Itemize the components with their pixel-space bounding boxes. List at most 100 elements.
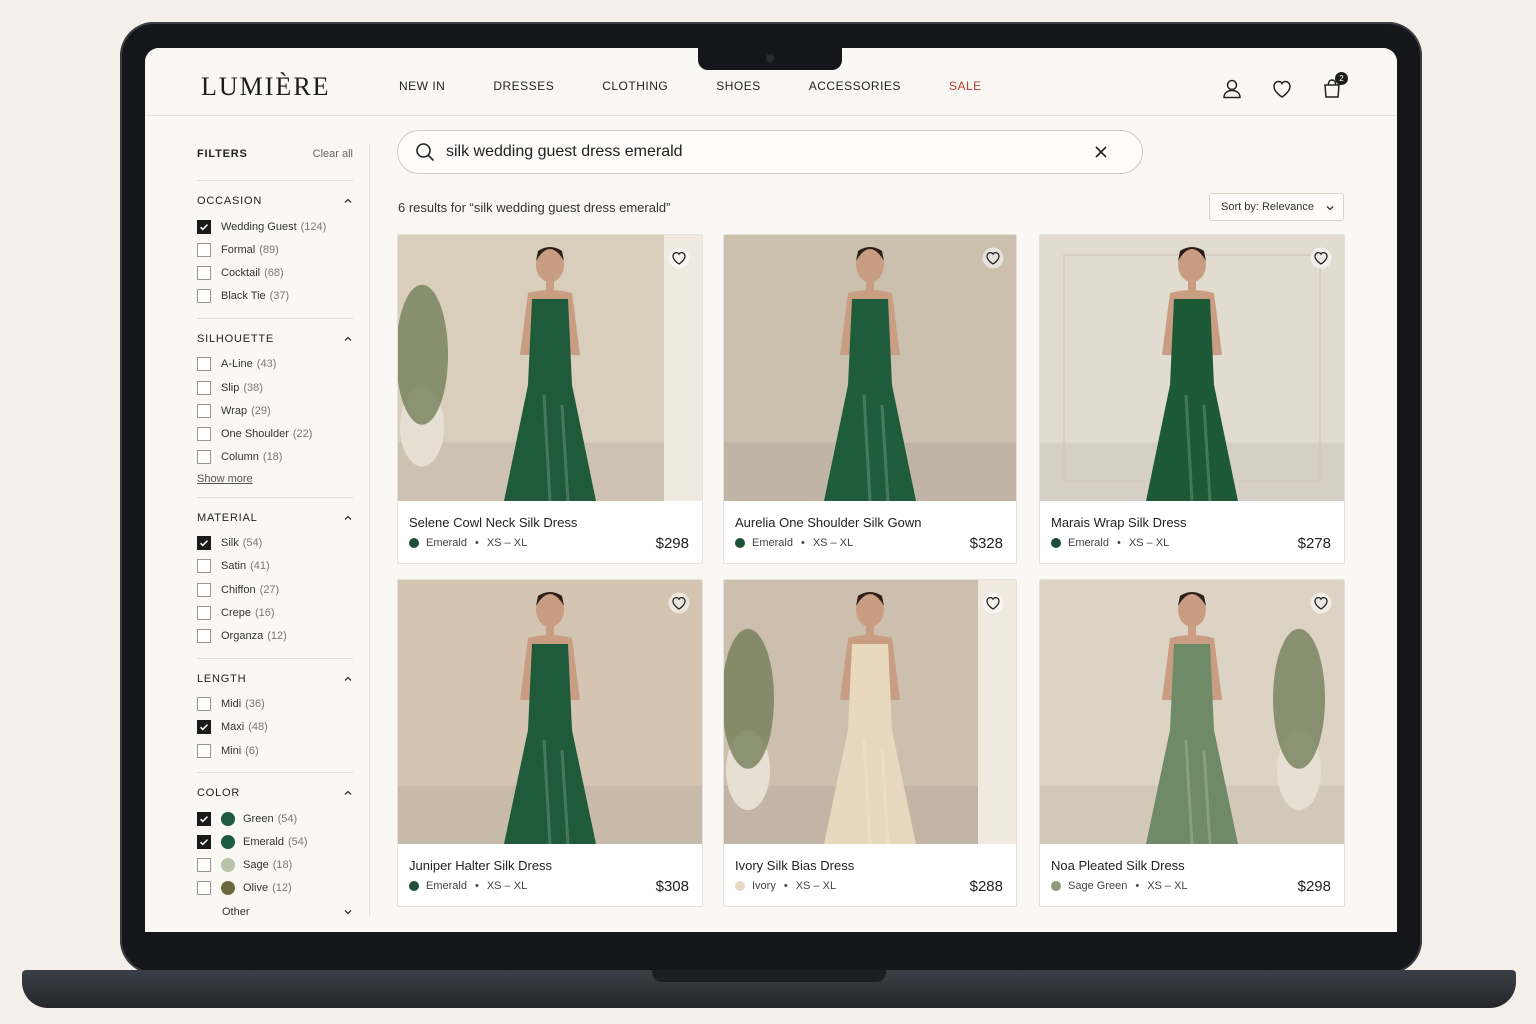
filter-group-header[interactable]: MATERIAL <box>197 510 353 526</box>
product-card[interactable]: Ivory Silk Bias Dress Ivory • XS – XL $288 <box>723 579 1017 907</box>
product-image-wrap[interactable] <box>724 580 1016 844</box>
product-image-wrap[interactable] <box>398 580 702 844</box>
product-card[interactable]: Marais Wrap Silk Dress Emerald • XS – XL $27… <box>1039 234 1345 564</box>
brand-logo[interactable]: LUMIÈRE <box>201 72 331 102</box>
favorite-heart-icon[interactable] <box>982 247 1004 269</box>
nav-clothing[interactable]: CLOTHING <box>602 79 668 93</box>
wishlist-heart-icon[interactable] <box>1269 76 1295 102</box>
product-image[interactable] <box>1040 235 1344 501</box>
user-icon[interactable] <box>1219 76 1245 102</box>
chevron-down-icon[interactable] <box>343 907 353 917</box>
search-icon[interactable] <box>414 141 436 163</box>
chevron-up-icon[interactable] <box>343 513 353 523</box>
filter-option-cocktail[interactable]: Cocktail (68) <box>197 261 353 284</box>
product-image[interactable] <box>724 235 1016 501</box>
filter-option-column[interactable]: Column (18) <box>197 446 353 469</box>
filter-option-chiffon[interactable]: Chiffon (27) <box>197 578 353 601</box>
product-name[interactable]: Marais Wrap Silk Dress <box>1051 515 1187 530</box>
show-more-link[interactable]: Show more <box>197 473 253 485</box>
clear-all-link[interactable]: Clear all <box>313 148 353 160</box>
nav-new-in[interactable]: NEW IN <box>399 79 445 93</box>
filter-option-crepe[interactable]: Crepe (16) <box>197 601 353 624</box>
checkbox[interactable] <box>197 403 211 418</box>
filter-option-wedding-guest[interactable]: Wedding Guest (124) <box>197 215 353 238</box>
filter-option-sage[interactable]: Sage (18) <box>197 854 353 877</box>
checkbox[interactable] <box>197 219 211 234</box>
checkbox[interactable] <box>197 881 211 896</box>
product-card[interactable]: Juniper Halter Silk Dress Emerald • XS – XL… <box>397 579 703 907</box>
product-name[interactable]: Noa Pleated Silk Dress <box>1051 858 1185 873</box>
filter-other-toggle[interactable]: Other <box>197 900 353 924</box>
checkbox[interactable] <box>197 426 211 441</box>
filter-option-midi[interactable]: Midi (36) <box>197 693 353 716</box>
product-image-wrap[interactable] <box>724 235 1016 501</box>
chevron-up-icon[interactable] <box>343 674 353 684</box>
filter-option-a-line[interactable]: A-Line (43) <box>197 353 353 376</box>
filter-option-slip[interactable]: Slip (38) <box>197 376 353 399</box>
favorite-heart-icon[interactable] <box>668 247 690 269</box>
checkbox[interactable] <box>197 858 211 873</box>
checkbox[interactable] <box>197 743 211 758</box>
product-name[interactable]: Ivory Silk Bias Dress <box>735 858 854 873</box>
filter-group-header[interactable]: SILHOUETTE <box>197 331 353 347</box>
product-image[interactable] <box>1040 580 1344 844</box>
filter-option-black-tie[interactable]: Black Tie (37) <box>197 285 353 308</box>
favorite-heart-icon[interactable] <box>1310 592 1332 614</box>
nav-accessories[interactable]: ACCESSORIES <box>809 79 901 93</box>
checkbox[interactable] <box>197 536 211 551</box>
filter-option-green[interactable]: Green (54) <box>197 807 353 830</box>
product-image[interactable] <box>398 580 702 844</box>
product-card[interactable]: Aurelia One Shoulder Silk Gown Emerald • XS… <box>723 234 1017 564</box>
nav-shoes[interactable]: SHOES <box>716 79 761 93</box>
product-name[interactable]: Juniper Halter Silk Dress <box>409 858 552 873</box>
sort-dropdown[interactable]: Sort by: Relevance <box>1209 193 1344 221</box>
filter-group-header[interactable]: LENGTH <box>197 671 353 687</box>
checkbox[interactable] <box>197 289 211 304</box>
nav-sale[interactable]: SALE <box>949 79 982 93</box>
checkbox[interactable] <box>197 265 211 280</box>
product-image[interactable] <box>724 580 1016 844</box>
checkbox[interactable] <box>197 605 211 620</box>
checkbox[interactable] <box>197 242 211 257</box>
chevron-up-icon[interactable] <box>343 334 353 344</box>
checkbox[interactable] <box>197 582 211 597</box>
product-card[interactable]: Selene Cowl Neck Silk Dress Emerald • XS – … <box>397 234 703 564</box>
filter-option-olive[interactable]: Olive (12) <box>197 877 353 900</box>
checkbox[interactable] <box>197 720 211 735</box>
filter-option-emerald[interactable]: Emerald (54) <box>197 830 353 853</box>
favorite-heart-icon[interactable] <box>982 592 1004 614</box>
filter-option-mini[interactable]: Mini (6) <box>197 739 353 762</box>
favorite-heart-icon[interactable] <box>668 592 690 614</box>
product-image-wrap[interactable] <box>1040 235 1344 501</box>
nav-dresses[interactable]: DRESSES <box>493 79 554 93</box>
clear-search-icon[interactable] <box>1092 143 1110 161</box>
search-input[interactable] <box>446 143 1086 161</box>
checkbox[interactable] <box>197 559 211 574</box>
checkbox[interactable] <box>197 450 211 465</box>
checkbox[interactable] <box>197 357 211 372</box>
filter-option-maxi[interactable]: Maxi (48) <box>197 716 353 739</box>
product-name[interactable]: Selene Cowl Neck Silk Dress <box>409 515 577 530</box>
product-image-wrap[interactable] <box>1040 580 1344 844</box>
chevron-up-icon[interactable] <box>343 788 353 798</box>
checkbox[interactable] <box>197 380 211 395</box>
filter-option-wrap[interactable]: Wrap (29) <box>197 399 353 422</box>
shopping-bag-icon[interactable]: 2 <box>1319 72 1348 102</box>
filter-option-organza[interactable]: Organza (12) <box>197 624 353 647</box>
filter-option-one-shoulder[interactable]: One Shoulder (22) <box>197 422 353 445</box>
filter-group-header[interactable]: OCCASION <box>197 193 353 209</box>
product-image[interactable] <box>398 235 702 501</box>
filter-option-satin[interactable]: Satin (41) <box>197 555 353 578</box>
filter-option-silk[interactable]: Silk (54) <box>197 532 353 555</box>
product-image-wrap[interactable] <box>398 235 702 501</box>
checkbox[interactable] <box>197 834 211 849</box>
chevron-up-icon[interactable] <box>343 196 353 206</box>
checkbox[interactable] <box>197 811 211 826</box>
product-card[interactable]: Noa Pleated Silk Dress Sage Green • XS – XL… <box>1039 579 1345 907</box>
checkbox[interactable] <box>197 697 211 712</box>
filter-group-header[interactable]: COLOR <box>197 785 353 801</box>
filter-option-formal[interactable]: Formal (89) <box>197 238 353 261</box>
checkbox[interactable] <box>197 629 211 644</box>
favorite-heart-icon[interactable] <box>1310 247 1332 269</box>
product-name[interactable]: Aurelia One Shoulder Silk Gown <box>735 515 921 530</box>
